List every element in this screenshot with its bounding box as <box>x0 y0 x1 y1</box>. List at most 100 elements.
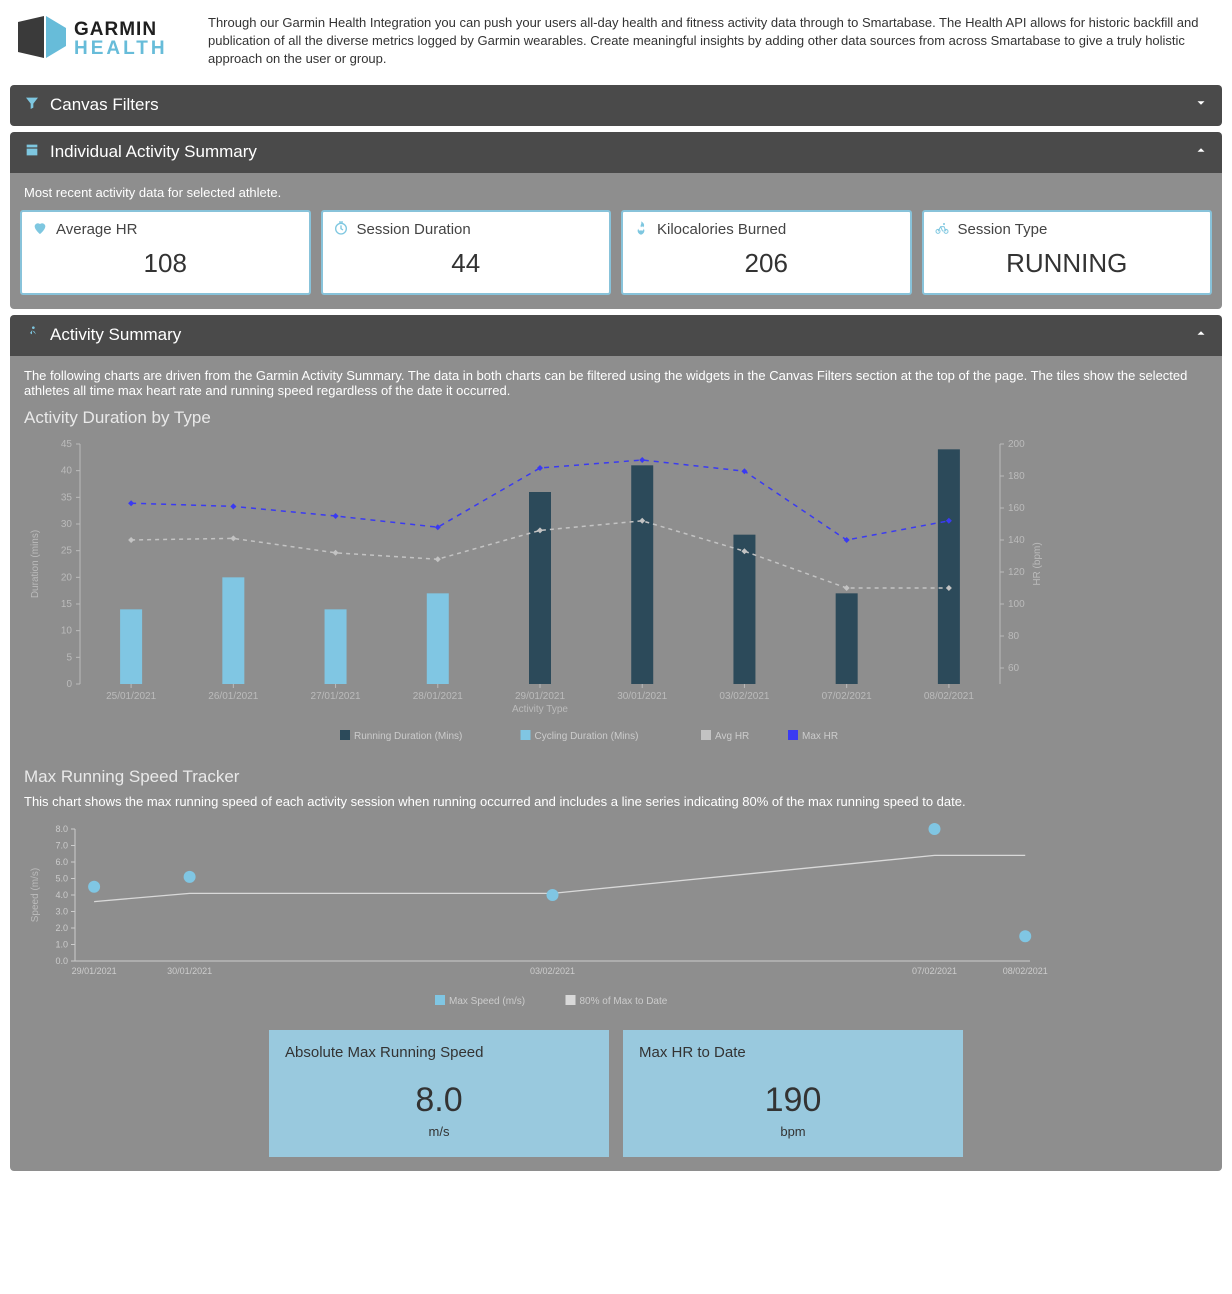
svg-text:45: 45 <box>61 439 73 450</box>
svg-text:8.0: 8.0 <box>55 824 68 834</box>
svg-text:10: 10 <box>61 625 73 636</box>
individual-activity-header[interactable]: Individual Activity Summary <box>10 132 1222 173</box>
svg-text:120: 120 <box>1008 567 1025 578</box>
chart2-title: Max Running Speed Tracker <box>24 767 1208 787</box>
tile-average-hr: Average HR 108 <box>20 210 311 295</box>
svg-text:29/01/2021: 29/01/2021 <box>515 691 565 702</box>
tile-label: Average HR <box>56 221 137 238</box>
svg-text:Running Duration (Mins): Running Duration (Mins) <box>354 731 462 742</box>
svg-text:0.0: 0.0 <box>55 956 68 966</box>
heart-icon <box>32 220 48 240</box>
activity-summary-header[interactable]: Activity Summary <box>10 315 1222 356</box>
svg-text:180: 180 <box>1008 471 1025 482</box>
svg-text:40: 40 <box>61 465 73 476</box>
canvas-filters-title: Canvas Filters <box>50 95 159 115</box>
svg-text:140: 140 <box>1008 535 1025 546</box>
svg-text:160: 160 <box>1008 503 1025 514</box>
svg-text:30: 30 <box>61 519 73 530</box>
svg-text:Duration (mins): Duration (mins) <box>30 529 41 597</box>
svg-text:27/01/2021: 27/01/2021 <box>311 691 361 702</box>
btile-value: 8.0 <box>285 1081 593 1120</box>
svg-text:0: 0 <box>66 679 72 690</box>
svg-text:Avg HR: Avg HR <box>715 731 749 742</box>
individual-activity-title: Individual Activity Summary <box>50 142 257 162</box>
svg-text:03/02/2021: 03/02/2021 <box>719 691 769 702</box>
svg-text:Cycling Duration (Mins): Cycling Duration (Mins) <box>535 731 639 742</box>
fire-icon <box>633 220 649 240</box>
bike-icon <box>934 220 950 240</box>
btile-value: 190 <box>639 1081 947 1120</box>
tile-value: 44 <box>333 248 600 279</box>
tile-value: 206 <box>633 248 900 279</box>
brand-text-bottom: HEALTH <box>74 38 168 59</box>
svg-text:200: 200 <box>1008 439 1025 450</box>
svg-text:100: 100 <box>1008 599 1025 610</box>
svg-text:29/01/2021: 29/01/2021 <box>72 966 117 976</box>
btile-unit: bpm <box>639 1124 947 1139</box>
bottom-tiles: Absolute Max Running Speed 8.0 m/s Max H… <box>20 1030 1212 1157</box>
svg-text:HR (bpm): HR (bpm) <box>1032 542 1043 585</box>
chart-activity-duration: 0 5 10 15 20 25 30 35 40 45 60 80 100 120 140 160 180 200… <box>20 434 1212 747</box>
tile-session-duration: Session Duration 44 <box>321 210 612 295</box>
chart2-note: This chart shows the max running speed o… <box>24 793 1208 811</box>
section-canvas-filters: Canvas Filters <box>10 85 1222 126</box>
tile-max-hr: Max HR to Date 190 bpm <box>623 1030 963 1157</box>
chevron-down-icon <box>1194 95 1208 115</box>
canvas-filters-header[interactable]: Canvas Filters <box>10 85 1222 126</box>
page-header: GARMIN HEALTH Through our Garmin Health … <box>10 10 1222 79</box>
chart-max-speed: 0.0 1.0 2.0 3.0 4.0 5.0 6.0 7.0 8.0 29/01/2021 30/… <box>20 821 1212 1014</box>
svg-text:Max Speed (m/s): Max Speed (m/s) <box>449 996 525 1007</box>
intro-text: Through our Garmin Health Integration yo… <box>208 14 1222 69</box>
svg-text:60: 60 <box>1008 663 1020 674</box>
btile-title: Absolute Max Running Speed <box>285 1044 593 1061</box>
svg-text:07/02/2021: 07/02/2021 <box>822 691 872 702</box>
svg-text:Activity Type: Activity Type <box>512 704 568 715</box>
svg-text:28/01/2021: 28/01/2021 <box>413 691 463 702</box>
svg-text:6.0: 6.0 <box>55 857 68 867</box>
svg-text:07/02/2021: 07/02/2021 <box>912 966 957 976</box>
svg-text:80% of Max to Date: 80% of Max to Date <box>580 996 668 1007</box>
tile-session-type: Session Type RUNNING <box>922 210 1213 295</box>
chart1-title: Activity Duration by Type <box>24 408 1208 428</box>
svg-text:7.0: 7.0 <box>55 840 68 850</box>
svg-text:Max HR: Max HR <box>802 731 838 742</box>
brand-logo: GARMIN HEALTH <box>16 14 194 60</box>
svg-text:80: 80 <box>1008 631 1020 642</box>
svg-text:5.0: 5.0 <box>55 873 68 883</box>
logo-mark-icon <box>18 16 66 58</box>
activity-note: The following charts are driven from the… <box>24 368 1208 398</box>
section-individual-activity: Individual Activity Summary Most recent … <box>10 132 1222 309</box>
tile-label: Kilocalories Burned <box>657 221 786 238</box>
activity-summary-title: Activity Summary <box>50 325 181 345</box>
svg-text:08/02/2021: 08/02/2021 <box>1003 966 1048 976</box>
brand-text-top: GARMIN <box>74 19 157 40</box>
svg-text:25: 25 <box>61 545 73 556</box>
tile-value: 108 <box>32 248 299 279</box>
calendar-icon <box>24 142 40 163</box>
svg-text:30/01/2021: 30/01/2021 <box>167 966 212 976</box>
svg-text:5: 5 <box>66 652 72 663</box>
clock-icon <box>333 220 349 240</box>
chevron-up-icon <box>1194 325 1208 345</box>
svg-text:15: 15 <box>61 599 73 610</box>
tile-abs-max-speed: Absolute Max Running Speed 8.0 m/s <box>269 1030 609 1157</box>
svg-text:3.0: 3.0 <box>55 906 68 916</box>
btile-title: Max HR to Date <box>639 1044 947 1061</box>
svg-text:2.0: 2.0 <box>55 923 68 933</box>
svg-text:03/02/2021: 03/02/2021 <box>530 966 575 976</box>
individual-note: Most recent activity data for selected a… <box>24 185 1208 200</box>
section-activity-summary: Activity Summary The following charts ar… <box>10 315 1222 1171</box>
svg-text:Speed (m/s): Speed (m/s) <box>30 868 41 922</box>
svg-text:25/01/2021: 25/01/2021 <box>106 691 156 702</box>
svg-text:08/02/2021: 08/02/2021 <box>924 691 974 702</box>
svg-text:30/01/2021: 30/01/2021 <box>617 691 667 702</box>
svg-text:4.0: 4.0 <box>55 890 68 900</box>
svg-text:1.0: 1.0 <box>55 939 68 949</box>
tile-label: Session Type <box>958 221 1048 238</box>
svg-text:35: 35 <box>61 492 73 503</box>
chevron-up-icon <box>1194 142 1208 162</box>
svg-text:20: 20 <box>61 572 73 583</box>
tile-kilocalories: Kilocalories Burned 206 <box>621 210 912 295</box>
btile-unit: m/s <box>285 1124 593 1139</box>
tile-value: RUNNING <box>934 248 1201 279</box>
